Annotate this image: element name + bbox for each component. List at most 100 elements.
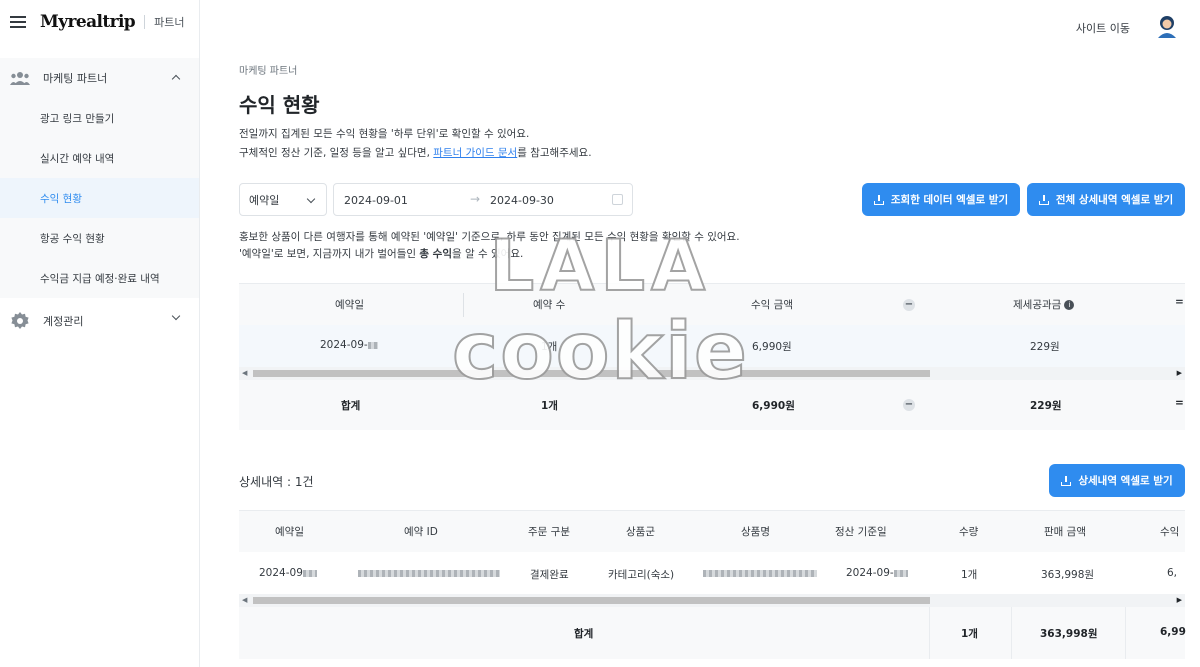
export-all-button[interactable]: 전체 상세내역 엑셀로 받기 — [1027, 183, 1185, 216]
detail-header-row: 예약일 예약 ID 주문 구분 상품군 상품명 정산 기준일 수량 판매 금액 … — [239, 510, 1185, 552]
header-cell: 주문 구분 — [528, 526, 570, 538]
header-cell: 예약 ID — [404, 526, 438, 538]
horizontal-scrollbar[interactable]: ◀ ▶ — [239, 367, 1185, 380]
table-row: 2024-09- 1개 6,990원 229원 — [239, 325, 1185, 367]
sidebar-item-flight-revenue[interactable]: 항공 수익 현황 — [0, 218, 199, 258]
logo[interactable]: Myrealtrip — [40, 12, 136, 32]
cell: 2024-09- — [320, 339, 368, 351]
row-date: 2024-09- — [320, 339, 378, 351]
row-reservation-id — [358, 567, 500, 579]
sidebar-item-payout[interactable]: 수익금 지급 예정·완료 내역 — [0, 258, 199, 298]
scroll-left-icon[interactable]: ◀ — [242, 369, 247, 377]
site-move-link[interactable]: 사이트 이동 — [1076, 20, 1130, 36]
partner-guide-link[interactable]: 파트너 가이드 문서 — [433, 147, 517, 159]
date-type-value: 예약일 — [249, 193, 280, 207]
cell: 363,998원 — [1040, 628, 1098, 640]
chevron-down-icon — [171, 311, 181, 321]
nav-group-account[interactable]: 계정관리 — [0, 298, 199, 344]
redacted — [367, 341, 378, 349]
cell: 2024-09- — [846, 567, 894, 579]
cell: 1개 — [961, 628, 978, 640]
download-icon — [873, 194, 884, 205]
sidebar-item-revenue[interactable]: 수익 현황 — [0, 178, 199, 218]
arrow-right-icon: → — [470, 192, 481, 206]
desc-line-1: 전일까지 집계된 모든 수익 현황을 '하루 단위'로 확인할 수 있어요. — [239, 128, 530, 140]
total-row: 합계 1개 6,990원 − 229원 = — [239, 380, 1185, 430]
logo-row: Myrealtrip 파트너 — [0, 0, 199, 44]
calendar-icon[interactable] — [612, 194, 623, 205]
scroll-left-icon[interactable]: ◀ — [242, 596, 247, 604]
header-cell: 상품명 — [741, 526, 770, 538]
info-icon[interactable]: i — [1064, 300, 1075, 310]
header-cell: 수익 금액 — [751, 299, 793, 311]
header-text: 제세공과금 — [1013, 299, 1062, 311]
sidebar-item-ad-link[interactable]: 광고 링크 만들기 — [0, 98, 199, 138]
note-text: '예약일'로 보면, 지금까지 내가 벌어들인 — [239, 248, 420, 260]
export-detail-button[interactable]: 상세내역 엑셀로 받기 — [1049, 464, 1185, 497]
scroll-right-icon[interactable]: ▶ — [1177, 369, 1182, 377]
desc-text: 구체적인 정산 기준, 일정 등을 알고 싶다면, — [239, 147, 434, 159]
redacted — [302, 569, 317, 577]
button-label: 상세내역 엑셀로 받기 — [1078, 475, 1173, 487]
header-cell: 예약일 — [275, 526, 304, 538]
detail-table: 예약일 예약 ID 주문 구분 상품군 상품명 정산 기준일 수량 판매 금액 … — [239, 510, 1186, 659]
cell: 결제완료 — [530, 569, 569, 581]
download-icon — [1061, 475, 1072, 486]
detail-title: 상세내역 : 1건 — [239, 475, 314, 489]
download-icon — [1038, 194, 1049, 205]
note-line-2: '예약일'로 보면, 지금까지 내가 벌어들인 총 수익을 알 수 있어요. — [239, 246, 740, 263]
cell: 1개 — [541, 400, 558, 412]
button-label: 전체 상세내역 엑셀로 받기 — [1055, 194, 1174, 206]
scroll-thumb[interactable] — [253, 597, 930, 604]
redacted — [358, 569, 500, 577]
logo-sub: 파트너 — [154, 16, 185, 29]
minus-icon: − — [903, 399, 915, 411]
cell: 6,990원 — [752, 341, 792, 353]
cell: 2024-09 — [259, 567, 303, 579]
column-divider — [463, 293, 464, 317]
page-title: 수익 현황 — [239, 93, 320, 117]
desc-line-2: 구체적인 정산 기준, 일정 등을 알고 싶다면, 파트너 가이드 문서를 참고… — [239, 144, 592, 163]
cell: 카테고리(숙소) — [608, 569, 675, 581]
header-cell: 수익 — [1160, 526, 1180, 538]
date-type-select[interactable]: 예약일 — [239, 183, 327, 216]
horizontal-scrollbar[interactable]: ◀ ▶ — [239, 594, 1185, 607]
logo-divider — [144, 15, 146, 29]
sidebar-item-realtime-reservations[interactable]: 실시간 예약 내역 — [0, 138, 199, 178]
export-queried-button[interactable]: 조회한 데이터 엑셀로 받기 — [862, 183, 1020, 216]
header-cell: 정산 기준일 — [835, 526, 887, 538]
gear-icon — [11, 312, 29, 329]
row-date: 2024-09 — [259, 567, 317, 579]
header-cell: 판매 금액 — [1044, 526, 1086, 538]
avatar[interactable] — [1156, 14, 1178, 38]
nav-group-marketing[interactable]: 마케팅 파트너 — [0, 58, 199, 98]
breadcrumb[interactable]: 마케팅 파트너 — [239, 62, 297, 77]
equals-icon: = — [1175, 397, 1184, 409]
end-date[interactable]: 2024-09-30 — [490, 194, 554, 207]
topbar: 사이트 이동 — [200, 0, 1200, 56]
start-date[interactable]: 2024-09-01 — [344, 194, 408, 207]
desc-text: 를 참고해주세요. — [517, 147, 592, 159]
row-settle-date: 2024-09- — [846, 567, 908, 579]
cell: 1개 — [541, 341, 558, 353]
scroll-thumb[interactable] — [253, 370, 930, 377]
header-cell: 예약일 — [335, 299, 364, 311]
scroll-right-icon[interactable]: ▶ — [1177, 596, 1182, 604]
info-note: 홍보한 상품이 다른 여행자를 통해 예약된 '예약일' 기준으로, 하루 동안… — [239, 229, 740, 263]
cell: 6, — [1167, 567, 1178, 579]
date-range-picker[interactable]: 2024-09-01 → 2024-09-30 — [333, 183, 633, 216]
total-row: 합계 1개 363,998원 6,99 — [239, 607, 1186, 659]
summary-header-row: 예약일 예약 수 수익 금액 − 제세공과금 i = — [239, 283, 1185, 325]
header-cell: 수량 — [959, 526, 979, 538]
header-cell: 상품군 — [626, 526, 655, 538]
column-divider — [1125, 607, 1126, 659]
minus-icon: − — [903, 299, 915, 311]
cell: 1개 — [961, 569, 978, 581]
button-label: 조회한 데이터 엑셀로 받기 — [890, 194, 1009, 206]
total-label: 합계 — [341, 400, 361, 412]
column-divider — [929, 607, 930, 659]
nav-group-label: 마케팅 파트너 — [43, 72, 108, 85]
menu-icon[interactable] — [10, 16, 26, 28]
header-cell-tax: 제세공과금 i — [1013, 297, 1075, 312]
people-icon — [10, 72, 30, 85]
